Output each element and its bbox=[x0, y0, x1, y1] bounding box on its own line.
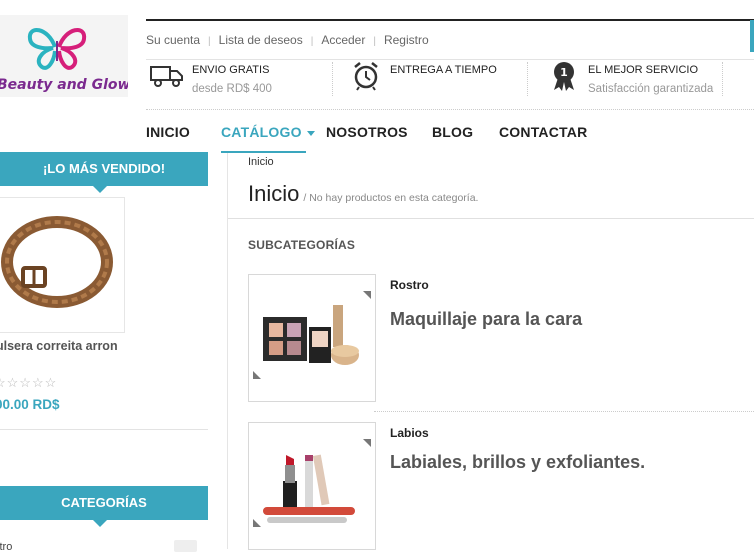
rating-stars: ☆☆☆☆☆ bbox=[0, 375, 58, 390]
bestseller-product-price: 00.00 RD$ bbox=[0, 397, 60, 412]
feature-title: ENVIO GRATIS bbox=[192, 64, 270, 76]
lipstick-image bbox=[253, 439, 371, 527]
feature-title: ENTREGA A TIEMPO bbox=[390, 64, 497, 76]
link-login[interactable]: Acceder bbox=[321, 33, 365, 47]
subcategory-description: Labiales, brillos y exfoliantes. bbox=[390, 452, 646, 472]
makeup-palette-image bbox=[253, 291, 371, 379]
truck-icon bbox=[150, 66, 183, 87]
header-top-border bbox=[146, 19, 754, 21]
header-accent-bar bbox=[750, 20, 754, 52]
account-links: Su cuenta | Lista de deseos | Acceder | Regist… bbox=[146, 33, 429, 47]
categories-title: CATEGORÍAS bbox=[61, 495, 147, 510]
bestsellers-title: ¡LO MÁS VENDIDO! bbox=[42, 161, 166, 176]
nav-nosotros[interactable]: NOSOTROS bbox=[326, 124, 408, 140]
bestsellers-header: ¡LO MÁS VENDIDO! bbox=[0, 152, 208, 193]
award-badge-icon: 1 bbox=[554, 62, 574, 91]
subcategory-name[interactable]: Rostro bbox=[390, 278, 429, 292]
feature-subtitle: desde RD$ 400 bbox=[192, 83, 272, 95]
bestseller-product-name[interactable]: ulsera correita arron bbox=[0, 336, 121, 356]
feature-divider bbox=[722, 62, 724, 96]
link-account[interactable]: Su cuenta bbox=[146, 33, 200, 47]
subcategory-name[interactable]: Labios bbox=[390, 426, 429, 440]
categories-header: CATEGORÍAS bbox=[0, 486, 208, 527]
store-logo[interactable]: Beauty and Glow® bbox=[0, 15, 128, 97]
features-divider bbox=[146, 109, 754, 110]
sidebar-divider bbox=[0, 429, 208, 430]
link-register[interactable]: Registro bbox=[384, 33, 429, 47]
subcategory-image-rostro[interactable] bbox=[248, 274, 376, 402]
page-title: Inicio / No hay productos en esta categor… bbox=[248, 181, 479, 206]
brand-name: Beauty and Glow® bbox=[0, 77, 128, 93]
feature-title: EL MEJOR SERVICIO bbox=[588, 64, 699, 76]
nav-active-underline bbox=[221, 151, 306, 153]
subcategory-divider bbox=[374, 411, 754, 412]
bracelet-image bbox=[1, 216, 113, 308]
subcategory-description: Maquillaje para la cara bbox=[390, 309, 583, 329]
category-expand-button[interactable] bbox=[174, 540, 197, 552]
link-wishlist[interactable]: Lista de deseos bbox=[219, 33, 303, 47]
award-badge-number: 1 bbox=[560, 66, 568, 79]
subcategories-heading: SUBCATEGORÍAS bbox=[248, 238, 356, 252]
category-item[interactable]: stro bbox=[0, 541, 12, 553]
column-divider bbox=[227, 153, 228, 549]
feature-divider bbox=[332, 62, 334, 96]
bestseller-product-image[interactable] bbox=[0, 197, 125, 333]
feature-divider bbox=[527, 62, 529, 96]
feature-best-service: 1 EL MEJOR SERVICIO Satisfacción garanti… bbox=[548, 60, 748, 108]
butterfly-logo-icon bbox=[27, 28, 87, 70]
page-subtitle: / No hay productos en esta categoría. bbox=[303, 192, 479, 204]
nav-inicio[interactable]: INICIO bbox=[146, 124, 190, 140]
nav-catalogo[interactable]: CATÁLOGO bbox=[221, 124, 315, 140]
subcategory-image-labios[interactable] bbox=[248, 422, 376, 550]
feature-on-time-delivery: ENTREGA A TIEMPO bbox=[350, 60, 530, 108]
nav-blog[interactable]: BLOG bbox=[432, 124, 473, 140]
breadcrumb[interactable]: Inicio bbox=[248, 156, 274, 168]
nav-contactar[interactable]: CONTACTAR bbox=[499, 124, 587, 140]
title-divider bbox=[228, 218, 754, 219]
feature-subtitle: Satisfacción garantizada bbox=[588, 83, 714, 95]
feature-free-shipping: ENVIO GRATIS desde RD$ 400 bbox=[148, 60, 328, 108]
chevron-down-icon bbox=[306, 130, 315, 136]
alarm-clock-icon bbox=[354, 62, 378, 91]
